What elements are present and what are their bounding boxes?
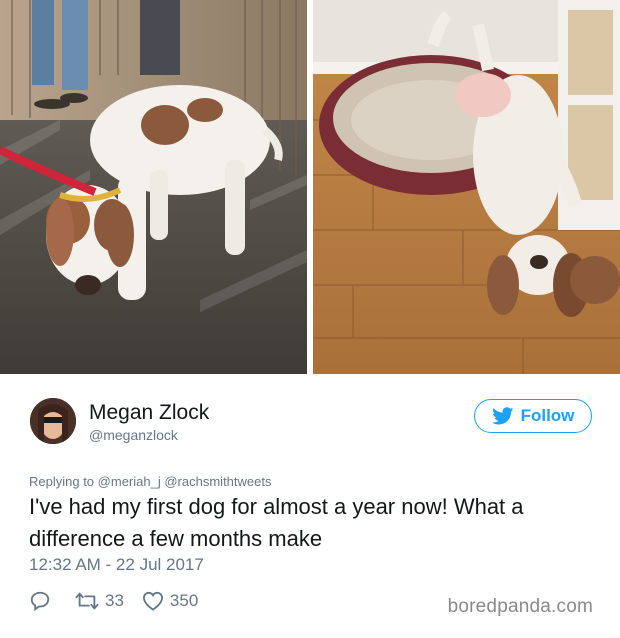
- retweet-icon: [75, 592, 99, 610]
- tweet-card: Megan Zlock @meganzlock Follow Replying …: [0, 374, 620, 638]
- photo-dog-on-floor-image: [313, 0, 620, 374]
- twitter-bird-icon: [491, 407, 514, 425]
- photo-puppy-outdoors[interactable]: [0, 0, 307, 374]
- heart-icon: [142, 591, 163, 611]
- avatar-image: [30, 398, 76, 444]
- follow-button[interactable]: Follow: [474, 399, 592, 433]
- reply-icon: [30, 591, 50, 612]
- tweet-actions: 33 350: [29, 590, 216, 612]
- replying-prefix: Replying to: [29, 474, 95, 489]
- mention-link[interactable]: @meriah_j: [98, 474, 161, 489]
- avatar[interactable]: [30, 398, 76, 444]
- photo-grid: [0, 0, 620, 374]
- photo-dog-on-floor[interactable]: [313, 0, 620, 374]
- like-button[interactable]: 350: [142, 591, 198, 611]
- tweet-timestamp[interactable]: 12:32 AM - 22 Jul 2017: [29, 555, 204, 575]
- retweet-count: 33: [105, 591, 124, 610]
- like-count: 350: [169, 591, 199, 610]
- tweet-text: I've had my first dog for almost a year …: [29, 494, 524, 551]
- watermark: boredpanda.com: [447, 596, 593, 617]
- author-handle[interactable]: @meganzlock: [89, 427, 178, 443]
- mention-link[interactable]: @rachsmithtweets: [164, 474, 271, 489]
- replying-to-line: Replying to @meriah_j @rachsmithtweets: [29, 474, 271, 489]
- retweet-button[interactable]: 33: [75, 590, 124, 612]
- follow-button-label: Follow: [520, 406, 575, 425]
- reply-button[interactable]: [29, 590, 57, 612]
- author-display-name[interactable]: Megan Zlock: [89, 401, 209, 425]
- photo-puppy-outdoors-image: [0, 0, 307, 374]
